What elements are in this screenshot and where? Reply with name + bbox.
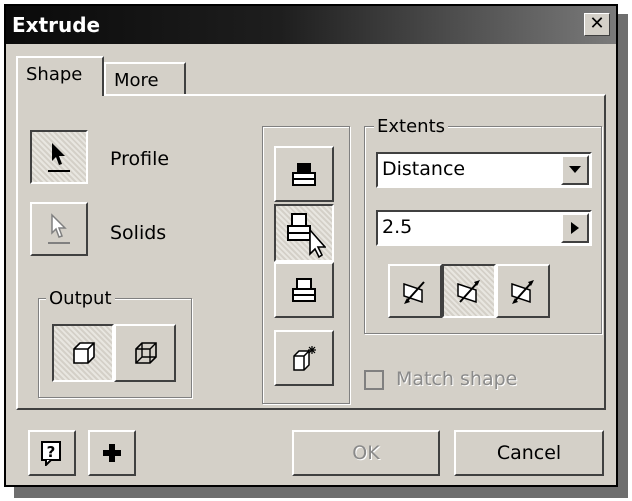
extents-group-title: Extents: [374, 116, 449, 137]
direction-2-icon: [444, 266, 494, 316]
output-group-title: Output: [46, 288, 115, 309]
extents-type-value: Distance: [382, 158, 466, 180]
extrude-dialog: Extrude ✕ Shape More Profile Solids Outp…: [4, 4, 618, 487]
join-button[interactable]: [274, 146, 334, 202]
triangle-right-icon: [571, 222, 579, 234]
help-button[interactable]: ?: [28, 430, 76, 476]
surface-output-button[interactable]: [114, 324, 176, 382]
tab-shape-label: Shape: [26, 64, 83, 85]
close-icon: ✕: [589, 13, 605, 34]
cut-icon: [276, 206, 332, 260]
surface-box-icon: [116, 326, 174, 380]
plus-icon: [90, 432, 134, 474]
direction-1-icon: [390, 266, 440, 316]
close-button[interactable]: ✕: [584, 13, 610, 36]
solids-label: Solids: [110, 222, 167, 244]
direction-2-button[interactable]: [442, 264, 496, 318]
new-solid-icon: [276, 332, 332, 384]
join-icon: [276, 148, 332, 200]
shape-panel: Profile Solids Output Extents Distance 2…: [16, 94, 606, 410]
triangle-down-icon: [569, 166, 581, 173]
cursor-arrow-icon: [32, 132, 86, 182]
solid-box-icon: [54, 326, 112, 380]
distance-flyout-button[interactable]: [561, 213, 589, 243]
cut-button[interactable]: [274, 204, 334, 262]
ok-button[interactable]: OK: [292, 430, 440, 476]
extents-type-dropdown-button[interactable]: [561, 155, 589, 185]
cancel-label: Cancel: [496, 442, 562, 464]
solids-button[interactable]: [30, 202, 88, 256]
tab-shape[interactable]: Shape: [16, 56, 104, 96]
title-bar[interactable]: Extrude ✕: [6, 6, 616, 44]
match-shape-checkbox[interactable]: [364, 370, 384, 390]
cancel-button[interactable]: Cancel: [454, 430, 604, 476]
help-icon: ?: [30, 432, 74, 474]
direction-1-button[interactable]: [388, 264, 442, 318]
symmetric-icon: [498, 266, 548, 316]
distance-value: 2.5: [382, 216, 413, 238]
add-button[interactable]: [88, 430, 136, 476]
distance-input[interactable]: 2.5: [376, 210, 592, 246]
solid-output-button[interactable]: [52, 324, 114, 382]
new-solid-button[interactable]: [274, 330, 334, 386]
dialog-title: Extrude: [12, 13, 101, 37]
symmetric-button[interactable]: [496, 264, 550, 318]
profile-button[interactable]: [30, 130, 88, 184]
ok-label: OK: [352, 442, 380, 464]
intersect-button[interactable]: [274, 262, 334, 318]
svg-text:?: ?: [47, 443, 56, 461]
extents-type-select[interactable]: Distance: [376, 152, 592, 188]
tab-more[interactable]: More: [104, 62, 186, 95]
match-shape-label: Match shape: [396, 368, 518, 390]
tab-more-label: More: [114, 70, 159, 91]
profile-label: Profile: [110, 148, 170, 170]
intersect-icon: [276, 264, 332, 316]
cursor-arrow-disabled-icon: [32, 204, 86, 254]
